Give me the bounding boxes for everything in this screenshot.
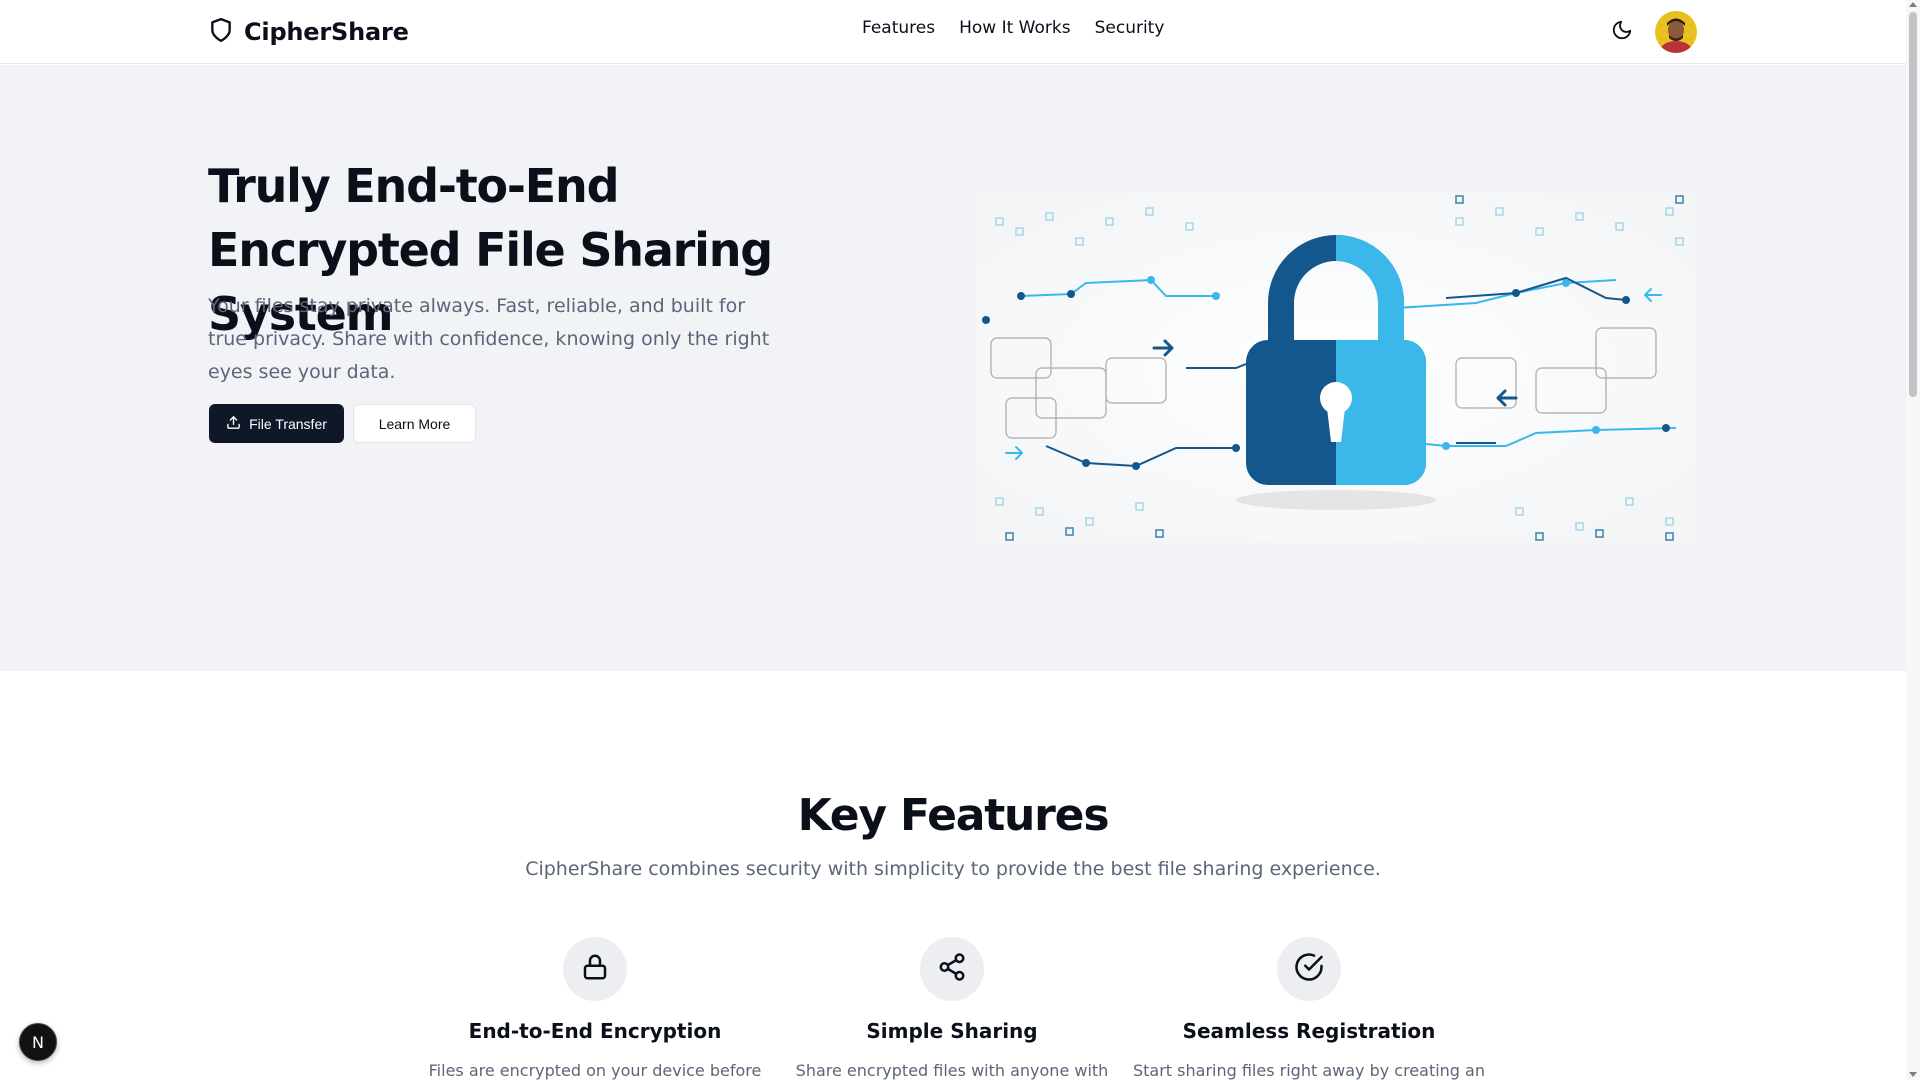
shield-icon bbox=[208, 16, 234, 48]
check-circle-icon bbox=[1294, 952, 1324, 986]
moon-icon bbox=[1611, 19, 1633, 45]
feature-title: Seamless Registration bbox=[1182, 1019, 1436, 1043]
feature-title: Simple Sharing bbox=[866, 1019, 1038, 1043]
feature-icon-circle bbox=[1277, 937, 1341, 1001]
dev-tools-badge[interactable]: N bbox=[19, 1023, 57, 1061]
feature-icon-circle bbox=[920, 937, 984, 1001]
nav-link-how-it-works[interactable]: How It Works bbox=[959, 18, 1070, 38]
scroll-down-arrow-icon[interactable] bbox=[1909, 1072, 1917, 1077]
feature-description: Share encrypted files with anyone with bbox=[795, 1061, 1109, 1080]
feature-icon-circle bbox=[563, 937, 627, 1001]
file-transfer-button[interactable]: File Transfer bbox=[209, 404, 344, 443]
nav-link-features[interactable]: Features bbox=[862, 18, 935, 38]
upload-icon bbox=[226, 415, 241, 433]
hero-subtitle: Your files stay private always. Fast, re… bbox=[208, 295, 770, 383]
main-nav: Features How It Works Security bbox=[862, 18, 1164, 38]
theme-toggle-button[interactable] bbox=[1608, 18, 1636, 46]
brand-logo[interactable]: CipherShare bbox=[208, 16, 409, 48]
file-transfer-label: File Transfer bbox=[249, 415, 327, 432]
share-icon bbox=[937, 952, 967, 986]
features-title: Key Features bbox=[797, 790, 1110, 841]
feature-description: Start sharing files right away by creati… bbox=[1132, 1061, 1485, 1080]
feature-card-sharing: Simple Sharing Share encrypted files wit… bbox=[772, 937, 1132, 1080]
scrollbar-thumb[interactable] bbox=[1909, 12, 1917, 397]
encryption-lock-illustration bbox=[976, 128, 1696, 543]
scroll-up-arrow-icon[interactable] bbox=[1909, 2, 1917, 7]
user-avatar[interactable] bbox=[1655, 11, 1697, 53]
nav-link-security[interactable]: Security bbox=[1095, 18, 1165, 38]
top-navbar: CipherShare Features How It Works Securi… bbox=[0, 0, 1906, 64]
learn-more-button[interactable]: Learn More bbox=[353, 404, 476, 443]
feature-title: End-to-End Encryption bbox=[468, 1019, 722, 1043]
page-scrollbar[interactable] bbox=[1906, 0, 1920, 1080]
feature-description: Files are encrypted on your device befor… bbox=[428, 1061, 762, 1080]
feature-card-registration: Seamless Registration Start sharing file… bbox=[1129, 937, 1489, 1080]
features-subtitle: CipherShare combines security with simpl… bbox=[525, 858, 1381, 880]
feature-card-encryption: End-to-End Encryption Files are encrypte… bbox=[415, 937, 775, 1080]
brand-name: CipherShare bbox=[244, 18, 409, 46]
lock-icon bbox=[580, 952, 610, 986]
